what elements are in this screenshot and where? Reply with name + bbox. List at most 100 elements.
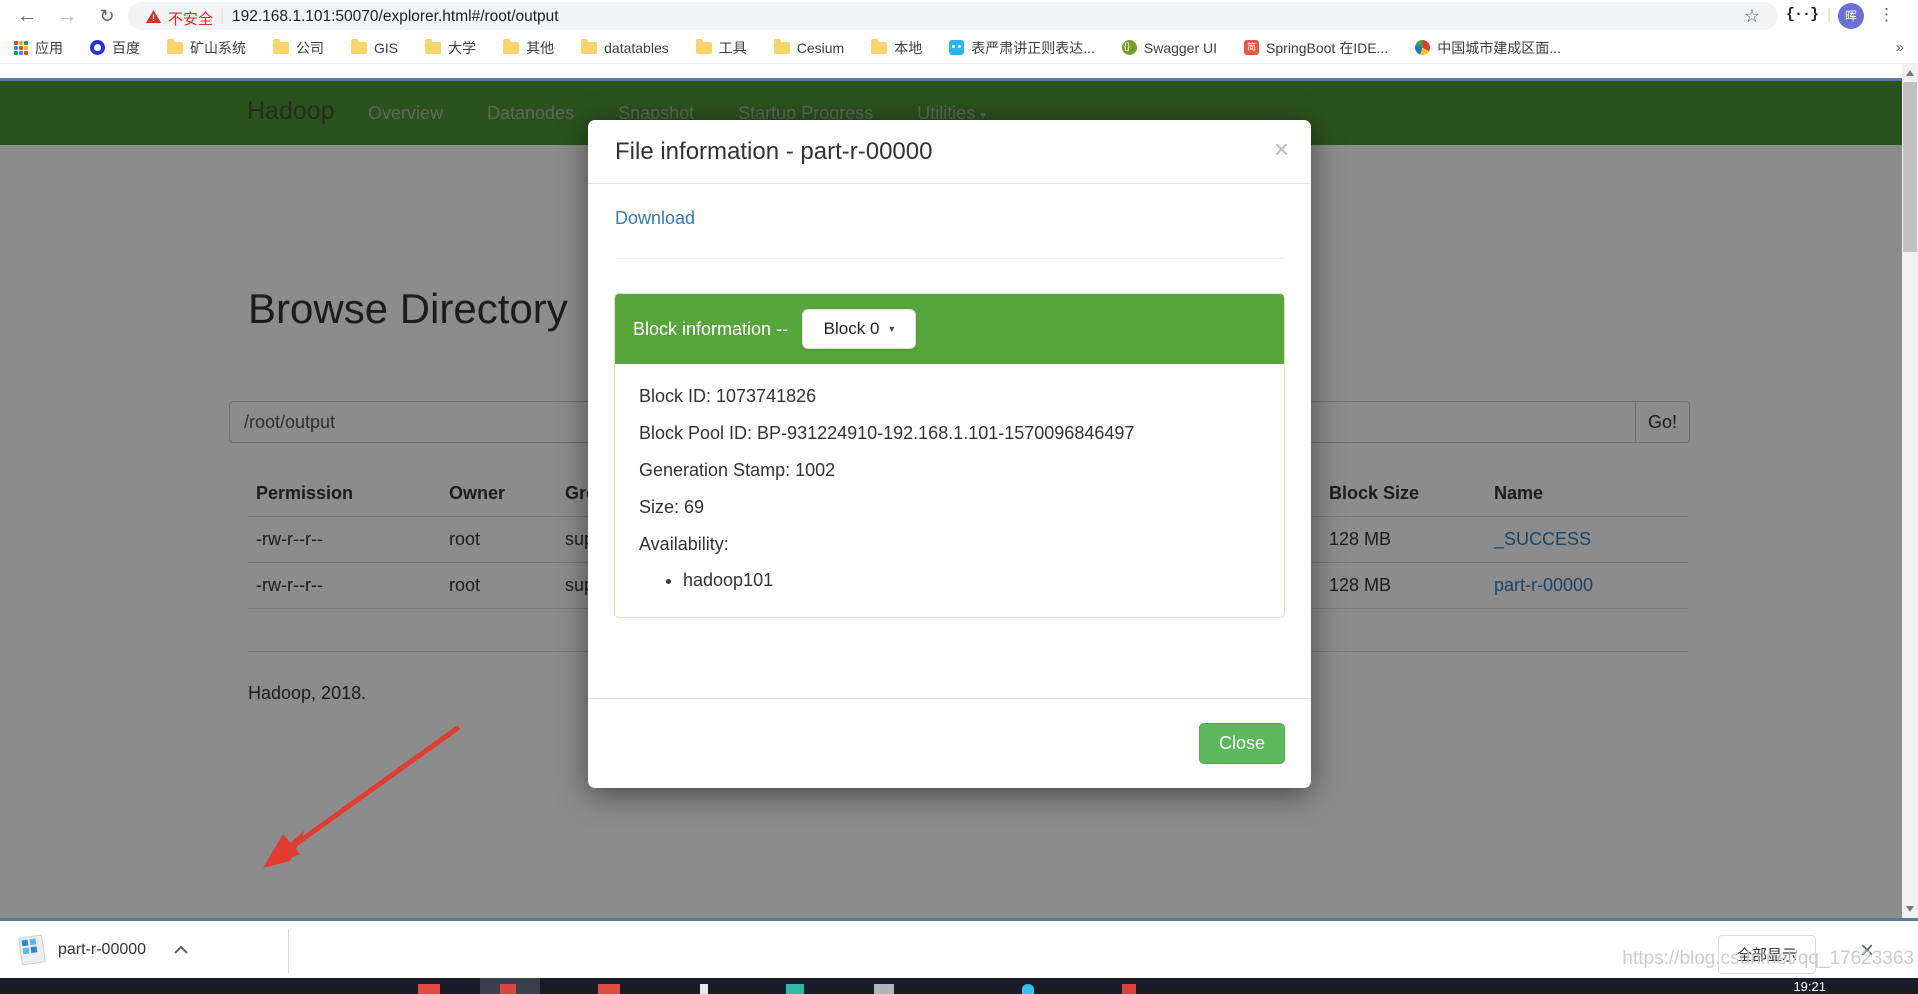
folder-icon	[273, 42, 289, 54]
bookmark-springboot[interactable]: 简 SpringBoot 在IDE...	[1244, 38, 1388, 58]
taskbar-clock: 19:21	[1793, 979, 1826, 994]
robot-icon	[949, 40, 964, 55]
bookmark-china-city[interactable]: 中国城市建成区面...	[1415, 38, 1561, 58]
profile-avatar[interactable]: 晖	[1838, 3, 1864, 29]
security-label[interactable]: 不安全	[168, 8, 213, 29]
taskbar-icon-fragment[interactable]	[1022, 984, 1034, 994]
extension-icon[interactable]: {··}	[1786, 6, 1818, 23]
panel-title: Block information --	[633, 319, 788, 340]
back-icon[interactable]: ←	[12, 1, 42, 31]
file-icon	[18, 934, 46, 965]
file-information-modal: File information - part-r-00000 × Downlo…	[588, 120, 1311, 788]
bookmark-label: 本地	[894, 38, 922, 58]
baidu-icon	[90, 40, 105, 55]
modal-header: File information - part-r-00000 ×	[588, 120, 1311, 184]
bookmark-label: 百度	[112, 38, 140, 58]
url-separator: |	[220, 7, 224, 25]
scrollbar-thumb[interactable]	[1903, 82, 1917, 252]
bookmark-folder-datatables[interactable]: datatables	[581, 40, 669, 56]
scroll-up-icon[interactable]	[1906, 70, 1914, 76]
generation-stamp: Generation Stamp: 1002	[639, 459, 1260, 482]
reload-icon[interactable]: ↻	[92, 1, 122, 31]
panel-heading: Block information -- Block 0 ▾	[615, 294, 1284, 364]
apps-grid-icon	[14, 41, 28, 55]
taskbar-icon-fragment[interactable]	[500, 984, 516, 994]
china-city-icon	[1415, 40, 1430, 55]
bookmark-label: 表严肃讲正则表达...	[971, 38, 1095, 58]
taskbar-icon-fragment[interactable]	[418, 984, 440, 994]
folder-icon	[167, 42, 183, 54]
browser-menu-icon[interactable]: ⋮	[1878, 5, 1895, 25]
bookmark-baidu[interactable]: 百度	[90, 38, 140, 58]
bookmark-label: datatables	[604, 40, 669, 56]
warning-icon: !	[146, 10, 161, 23]
toolbar-separator: |	[1827, 6, 1831, 24]
taskbar-icon-fragment[interactable]	[700, 984, 708, 994]
close-icon[interactable]: ×	[1274, 134, 1289, 165]
bookmark-folder-gis[interactable]: GIS	[351, 40, 398, 56]
bookmark-label: 大学	[448, 38, 476, 58]
bookmarks-overflow-icon[interactable]: »	[1896, 39, 1904, 56]
bookmark-folder-mining[interactable]: 矿山系统	[167, 38, 246, 58]
taskbar-icon-fragment[interactable]	[1122, 984, 1136, 994]
bookmark-regex[interactable]: 表严肃讲正则表达...	[949, 38, 1095, 58]
windows-taskbar[interactable]: 19:21	[0, 978, 1918, 994]
bookmark-folder-other[interactable]: 其他	[503, 38, 554, 58]
folder-icon	[425, 42, 441, 54]
bookmark-label: GIS	[374, 40, 398, 56]
springboot-icon: 简	[1244, 40, 1259, 55]
bookmark-folder-local[interactable]: 本地	[871, 38, 922, 58]
block-select[interactable]: Block 0 ▾	[802, 309, 916, 349]
taskbar-icon-fragment[interactable]	[786, 984, 804, 994]
block-id: Block ID: 1073741826	[639, 385, 1260, 408]
bookmark-label: Swagger UI	[1144, 40, 1217, 56]
folder-icon	[774, 42, 790, 54]
block-size-value: Size: 69	[639, 496, 1260, 519]
block-information-panel: Block information -- Block 0 ▾ Block ID:…	[614, 293, 1285, 618]
address-bar[interactable]: ! 不安全 | 192.168.1.101:50070/explorer.htm…	[128, 2, 1778, 30]
panel-body: Block ID: 1073741826 Block Pool ID: BP-9…	[615, 364, 1284, 617]
scroll-down-icon[interactable]	[1906, 906, 1914, 912]
availability-node: hadoop101	[683, 570, 1260, 591]
modal-divider	[615, 258, 1284, 259]
bookmark-folder-university[interactable]: 大学	[425, 38, 476, 58]
shelf-divider	[288, 929, 289, 973]
availability-list: hadoop101	[683, 570, 1260, 591]
modal-footer: Close	[588, 698, 1311, 788]
show-all-button[interactable]: 全部显示	[1718, 935, 1816, 974]
download-item[interactable]: part-r-00000	[20, 929, 270, 971]
bookmarks-bar: 应用 百度 矿山系统 公司 GIS 大学 其他 datatables 工具 Ce…	[0, 32, 1918, 64]
bookmark-star-icon[interactable]: ☆	[1744, 6, 1760, 27]
chevron-up-icon[interactable]	[174, 946, 188, 954]
bookmark-folder-cesium[interactable]: Cesium	[774, 40, 844, 56]
bookmark-label: SpringBoot 在IDE...	[1266, 38, 1388, 58]
downloads-bar: part-r-00000 全部显示 ×	[0, 918, 1918, 978]
bookmark-swagger[interactable]: Swagger UI	[1122, 40, 1217, 56]
block-select-value: Block 0	[824, 319, 880, 339]
block-pool-id: Block Pool ID: BP-931224910-192.168.1.10…	[639, 422, 1260, 445]
bookmark-label: 工具	[719, 38, 747, 58]
download-file-name: part-r-00000	[58, 941, 146, 959]
forward-icon[interactable]: →	[52, 1, 82, 31]
url-text[interactable]: 192.168.1.101:50070/explorer.html#/root/…	[232, 8, 559, 26]
taskbar-icon-fragment[interactable]	[598, 984, 620, 994]
bookmark-label: 其他	[526, 38, 554, 58]
bookmark-apps[interactable]: 应用	[14, 38, 63, 58]
vertical-scrollbar[interactable]	[1902, 64, 1918, 918]
download-link[interactable]: Download	[615, 208, 695, 229]
chevron-down-icon: ▾	[889, 324, 894, 335]
folder-icon	[351, 42, 367, 54]
bookmark-label: 公司	[296, 38, 324, 58]
close-button[interactable]: Close	[1199, 723, 1285, 764]
bookmark-label: 应用	[35, 38, 63, 58]
bookmark-label: 矿山系统	[190, 38, 246, 58]
taskbar-icon-fragment[interactable]	[874, 984, 894, 994]
page-top-strip	[0, 64, 1918, 78]
close-shelf-icon[interactable]: ×	[1860, 937, 1874, 965]
bookmark-folder-tools[interactable]: 工具	[696, 38, 747, 58]
folder-icon	[696, 42, 712, 54]
swagger-icon	[1122, 40, 1137, 55]
folder-icon	[871, 42, 887, 54]
modal-title: File information - part-r-00000	[615, 138, 932, 166]
bookmark-folder-company[interactable]: 公司	[273, 38, 324, 58]
